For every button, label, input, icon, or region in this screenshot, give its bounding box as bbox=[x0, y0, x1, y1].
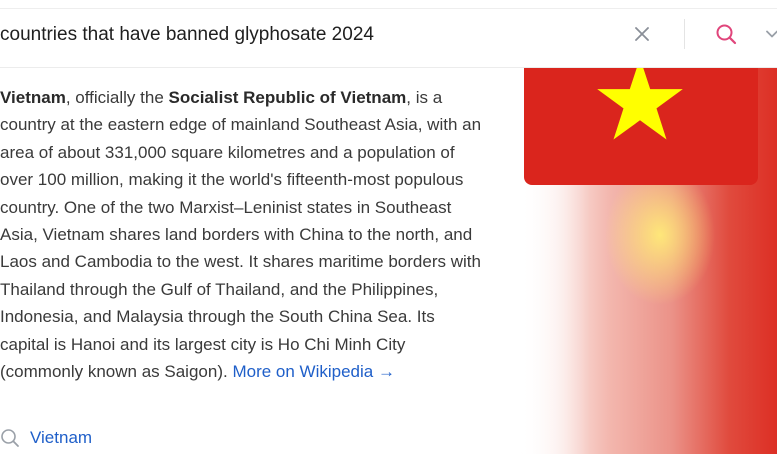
related-search-link[interactable]: Vietnam bbox=[0, 428, 92, 448]
divider bbox=[0, 8, 777, 9]
related-search-label: Vietnam bbox=[30, 428, 93, 447]
search-button[interactable] bbox=[713, 21, 739, 47]
summary-part: , is a country at the eastern edge of ma… bbox=[0, 88, 482, 382]
expand-button[interactable] bbox=[764, 26, 777, 42]
wikipedia-link[interactable]: More on Wikipedia → bbox=[232, 362, 395, 381]
summary-text: Vietnam, officially the Socialist Republ… bbox=[0, 84, 486, 385]
close-icon bbox=[635, 27, 649, 41]
search-icon bbox=[716, 24, 737, 45]
star-icon bbox=[597, 58, 683, 140]
chevron-down-icon bbox=[766, 30, 777, 38]
page: Vietnam, officially the Socialist Republ… bbox=[0, 0, 777, 454]
entity-name: Vietnam bbox=[0, 88, 66, 107]
search-bar bbox=[0, 0, 777, 68]
flag-image[interactable] bbox=[524, 58, 758, 185]
summary-part: , officially the bbox=[65, 88, 169, 107]
divider bbox=[684, 19, 685, 49]
clear-search-button[interactable] bbox=[630, 22, 654, 46]
official-name: Socialist Republic of Vietnam bbox=[168, 88, 407, 107]
search-icon bbox=[1, 429, 19, 447]
search-input[interactable] bbox=[0, 20, 600, 50]
